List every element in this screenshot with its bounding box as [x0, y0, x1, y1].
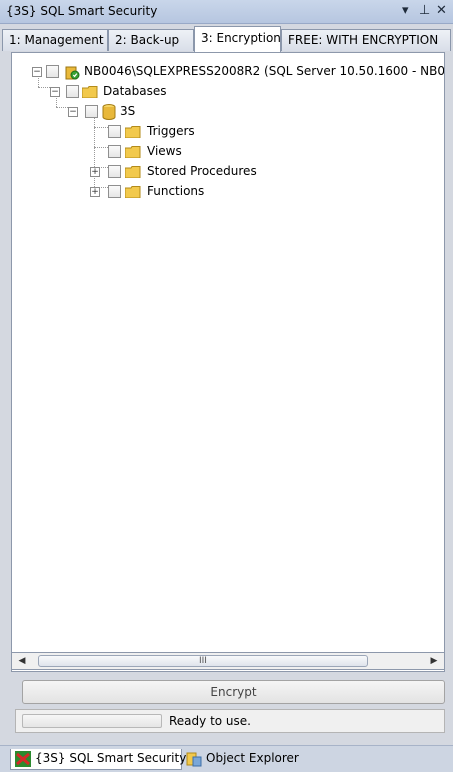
object-explorer-icon: [186, 752, 202, 767]
views-checkbox[interactable]: [108, 145, 121, 158]
bottom-tab-strip: {3S} SQL Smart Security Object Explorer: [0, 745, 453, 772]
functions-checkbox[interactable]: [108, 185, 121, 198]
tree-node-database-3s[interactable]: − 3S: [12, 103, 312, 121]
database-checkbox[interactable]: [85, 105, 98, 118]
tree-node-server[interactable]: − NB0046\SQLEXPRESS2008R2 (SQL Server 10…: [12, 63, 444, 81]
tab-smart-security-label: {3S} SQL Smart Security: [35, 751, 187, 765]
folder-icon: [125, 166, 141, 178]
tree-node-triggers[interactable]: Triggers: [12, 123, 312, 141]
folder-icon: [82, 86, 98, 98]
tab-management[interactable]: 1: Management: [2, 29, 108, 51]
views-label: Views: [147, 144, 182, 158]
scroll-thumb[interactable]: III: [38, 655, 368, 667]
dropdown-icon[interactable]: ▾: [402, 3, 409, 18]
encrypt-button[interactable]: Encrypt: [22, 680, 445, 704]
stored-procedures-label: Stored Procedures: [147, 164, 257, 178]
server-checkbox[interactable]: [46, 65, 59, 78]
stored-procedures-checkbox[interactable]: [108, 165, 121, 178]
folder-icon: [125, 146, 141, 158]
object-tree[interactable]: − NB0046\SQLEXPRESS2008R2 (SQL Server 10…: [12, 53, 444, 653]
tab-encryption[interactable]: 3: Encryption: [194, 26, 281, 52]
databases-label: Databases: [103, 84, 167, 98]
server-icon: [65, 66, 80, 80]
pin-icon[interactable]: ⊥: [419, 3, 430, 18]
database-label: 3S: [120, 104, 136, 118]
tab-smart-security[interactable]: {3S} SQL Smart Security: [10, 749, 186, 770]
tree-node-stored-procedures[interactable]: + Stored Procedures: [12, 163, 312, 181]
folder-icon: [125, 126, 141, 138]
functions-label: Functions: [147, 184, 205, 198]
tab-strip: 1: Management 2: Back-up 3: Encryption F…: [0, 26, 453, 52]
triggers-checkbox[interactable]: [108, 125, 121, 138]
status-text: Ready to use.: [169, 714, 251, 728]
tab-back-up[interactable]: 2: Back-up: [108, 29, 194, 51]
window-title: {3S} SQL Smart Security: [6, 4, 158, 18]
close-icon[interactable]: ✕: [436, 3, 447, 18]
tree-node-functions[interactable]: + Functions: [12, 183, 312, 201]
collapse-icon[interactable]: −: [50, 87, 60, 97]
scroll-right-icon[interactable]: ▶: [426, 654, 442, 668]
tab-free-with-encryption[interactable]: FREE: WITH ENCRYPTION: [281, 29, 451, 51]
tree-node-databases[interactable]: − Databases: [12, 83, 312, 101]
expand-icon[interactable]: +: [90, 167, 100, 177]
collapse-icon[interactable]: −: [68, 107, 78, 117]
tab-object-explorer-label: Object Explorer: [206, 751, 299, 765]
triggers-label: Triggers: [147, 124, 195, 138]
tab-object-explorer[interactable]: Object Explorer: [182, 749, 312, 770]
status-bar: Ready to use.: [15, 709, 445, 733]
progress-bar: [22, 714, 162, 728]
collapse-icon[interactable]: −: [32, 67, 42, 77]
title-bar: {3S} SQL Smart Security ▾ ⊥ ✕: [0, 0, 453, 24]
scroll-left-icon[interactable]: ◀: [14, 654, 30, 668]
server-label: NB0046\SQLEXPRESS2008R2 (SQL Server 10.5…: [84, 64, 444, 78]
tree-node-views[interactable]: Views: [12, 143, 312, 161]
expand-icon[interactable]: +: [90, 187, 100, 197]
databases-checkbox[interactable]: [66, 85, 79, 98]
tree-panel: − NB0046\SQLEXPRESS2008R2 (SQL Server 10…: [11, 52, 445, 672]
horizontal-scrollbar[interactable]: ◀ III ▶: [11, 652, 445, 670]
folder-icon: [125, 186, 141, 198]
smart-security-icon: [15, 751, 31, 767]
database-icon: [102, 104, 116, 120]
scroll-grip: III: [199, 656, 207, 666]
